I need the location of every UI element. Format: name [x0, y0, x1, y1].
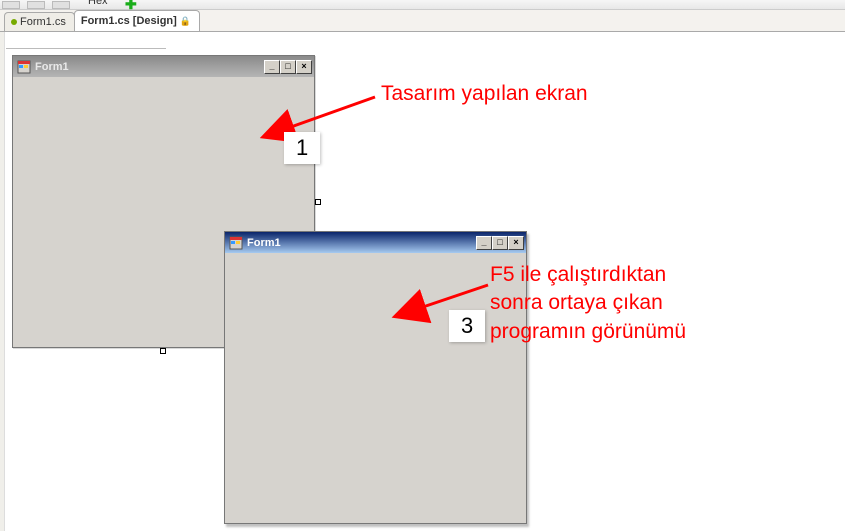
- tab-form1-design[interactable]: Form1.cs [Design] 🔒: [74, 10, 200, 31]
- designer-title: Form1: [35, 61, 69, 73]
- annotation-line: sonra ortaya çıkan: [490, 291, 663, 314]
- tab-status-icon: [11, 19, 17, 25]
- document-tabs: Form1.cs Form1.cs [Design] 🔒: [0, 10, 845, 32]
- annotation-text-1: Tasarım yapılan ekran: [381, 82, 588, 106]
- tab-label: Form1.cs [Design]: [81, 15, 177, 27]
- maximize-button[interactable]: □: [280, 60, 296, 74]
- caption-buttons: _ □ ×: [476, 236, 524, 250]
- annotation-line: programın görünümü: [490, 320, 686, 343]
- runtime-title: Form1: [247, 237, 281, 249]
- tab-form1-cs[interactable]: Form1.cs: [4, 12, 75, 31]
- toolbar-divider: [6, 48, 166, 49]
- toolbar-button[interactable]: [27, 1, 45, 9]
- annotation-line: F5 ile çalıştırdıktan: [490, 263, 666, 286]
- runtime-client-area[interactable]: [227, 255, 524, 521]
- hex-label: Hex: [88, 0, 108, 7]
- minimize-button[interactable]: _: [476, 236, 492, 250]
- lock-icon: 🔒: [180, 16, 191, 27]
- runtime-form-window[interactable]: Form1 _ □ ×: [224, 231, 527, 524]
- form-icon: [229, 236, 243, 250]
- annotation-number-1: 1: [284, 132, 320, 164]
- close-button[interactable]: ×: [296, 60, 312, 74]
- annotation-text-2: F5 ile çalıştırdıktan sonra ortaya çıkan…: [490, 261, 790, 346]
- resize-handle-right[interactable]: [315, 199, 321, 205]
- toolbar: Hex ✚: [0, 0, 845, 10]
- minimize-button[interactable]: _: [264, 60, 280, 74]
- maximize-button[interactable]: □: [492, 236, 508, 250]
- toolbar-button[interactable]: [2, 1, 20, 9]
- runtime-titlebar[interactable]: Form1 _ □ ×: [225, 232, 526, 253]
- toolbar-button[interactable]: [52, 1, 70, 9]
- annotation-number-3: 3: [449, 310, 485, 342]
- left-margin: [0, 32, 5, 531]
- caption-buttons: _ □ ×: [264, 60, 312, 74]
- resize-handle-bottom[interactable]: [160, 348, 166, 354]
- form-icon: [17, 60, 31, 74]
- close-button[interactable]: ×: [508, 236, 524, 250]
- designer-titlebar[interactable]: Form1 _ □ ×: [13, 56, 314, 77]
- tab-label: Form1.cs: [20, 16, 66, 28]
